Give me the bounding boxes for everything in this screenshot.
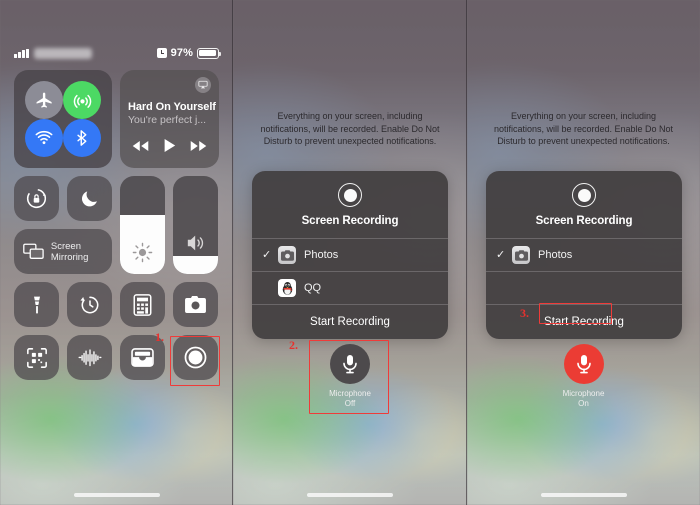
rotation-lock-button[interactable]	[14, 176, 59, 221]
record-icon	[338, 183, 362, 207]
transport-controls	[128, 138, 211, 153]
control-center-row-1: Hard On Yourself You're perfect j...	[14, 70, 219, 168]
sheet-row-label: Photos	[304, 249, 339, 261]
signal-bars-icon	[14, 48, 29, 58]
record-icon	[572, 183, 596, 207]
battery-percent-label: 97%	[170, 47, 193, 59]
phone-screenshot-middle: Everything on your screen, including not…	[233, 0, 467, 505]
sheet-header: Screen Recording	[252, 171, 448, 238]
start-recording-label: Start Recording	[310, 316, 390, 328]
carrier-name-blurred	[33, 47, 92, 59]
now-playing-tile[interactable]: Hard On Yourself You're perfect j...	[120, 70, 219, 168]
home-indicator	[540, 493, 627, 497]
photos-icon	[512, 246, 530, 264]
cellular-icon	[73, 94, 91, 108]
sheet-title: Screen Recording	[535, 215, 633, 227]
cellular-data-button[interactable]	[63, 81, 101, 119]
sheet-row-qq[interactable]: QQ	[252, 272, 448, 304]
panel-divider-right	[466, 0, 467, 505]
waveform-icon	[78, 348, 101, 366]
annotation-number-1: 1.	[155, 330, 164, 344]
volume-icon	[173, 234, 218, 252]
microphone-label-line2: On	[578, 399, 589, 408]
sheet-title: Screen Recording	[301, 215, 399, 227]
panel-divider-left	[232, 0, 233, 505]
airplay-glyph	[198, 80, 208, 89]
rotation-lock-icon	[26, 188, 47, 209]
annotation-box-1	[170, 336, 220, 386]
timer-icon	[79, 296, 98, 313]
recording-notice-text: Everything on your screen, including not…	[493, 111, 674, 146]
do-not-disturb-button[interactable]	[67, 176, 112, 221]
status-bar: 97%	[0, 44, 233, 62]
annotation-box-3	[539, 303, 612, 324]
photos-camera-glyph	[280, 249, 294, 261]
flashlight-button[interactable]	[14, 282, 59, 327]
microphone-block: Microphone On	[467, 344, 700, 409]
sheet-row-label: Photos	[538, 249, 573, 261]
sheet-row-photos[interactable]: ✓ Photos	[486, 239, 682, 271]
photos-icon	[278, 246, 296, 264]
calculator-icon	[133, 293, 152, 316]
sheet-row-photos[interactable]: ✓ Photos	[252, 239, 448, 271]
airplay-icon[interactable]	[195, 77, 211, 93]
bluetooth-button[interactable]	[63, 119, 101, 157]
screen-mirroring-icon	[23, 243, 44, 259]
play-icon[interactable]	[163, 138, 176, 153]
airplane-icon	[36, 92, 52, 108]
control-center-row-4	[14, 282, 219, 327]
annotation-number-3: 3.	[520, 306, 529, 320]
checkmark-icon: ✓	[496, 248, 506, 261]
sheet-row-label: QQ	[304, 282, 322, 294]
battery-icon	[197, 47, 222, 59]
screen-recording-sheet: Screen Recording ✓ Photos QQ Start Recor…	[252, 171, 448, 339]
wallet-icon	[131, 348, 154, 367]
airplane-mode-button[interactable]	[25, 81, 63, 119]
volume-slider[interactable]	[173, 176, 218, 274]
track-subtitle: You're perfect j...	[128, 114, 207, 126]
microphone-label-line1: Microphone	[562, 389, 605, 398]
moon-icon	[81, 191, 97, 207]
brightness-icon	[120, 242, 165, 263]
flashlight-icon	[33, 296, 40, 313]
camera-icon	[185, 295, 206, 314]
start-recording-button[interactable]: Start Recording	[252, 305, 448, 339]
qq-penguin-glyph	[282, 281, 292, 295]
microphone-button[interactable]	[563, 344, 604, 384]
track-title: Hard On Yourself	[128, 101, 216, 113]
microphone-icon	[576, 355, 591, 374]
calculator-button[interactable]	[120, 282, 165, 327]
brightness-slider[interactable]	[120, 176, 165, 274]
qr-code-icon	[26, 347, 47, 368]
phone-screenshot-left: 97% Hard On Yourself You're perfect j...…	[0, 0, 233, 505]
voice-memos-button[interactable]	[67, 335, 112, 380]
qr-scanner-button[interactable]	[14, 335, 59, 380]
rewind-icon[interactable]	[132, 140, 149, 152]
speaker-glyph	[187, 235, 203, 251]
sun-glyph	[132, 242, 153, 263]
screen-mirroring-button[interactable]: Screen Mirroring	[14, 229, 112, 274]
phone-screenshot-right: Everything on your screen, including not…	[467, 0, 700, 505]
sheet-header: Screen Recording	[486, 171, 682, 238]
alarm-clock-icon	[156, 48, 167, 58]
annotation-box-2	[309, 340, 389, 414]
timer-button[interactable]	[67, 282, 112, 327]
recording-notice-text: Everything on your screen, including not…	[260, 111, 440, 146]
checkmark-icon: ✓	[262, 248, 272, 261]
fast-forward-icon[interactable]	[190, 140, 207, 152]
photos-camera-glyph	[514, 249, 528, 261]
wifi-icon	[35, 130, 53, 145]
screen-mirroring-label: Screen Mirroring	[50, 240, 89, 263]
control-center-row-2: Screen Mirroring	[14, 176, 219, 274]
wifi-button[interactable]	[25, 119, 63, 157]
sheet-row-blank[interactable]	[486, 272, 682, 304]
annotation-number-2: 2.	[289, 338, 298, 352]
home-indicator	[73, 493, 160, 497]
home-indicator	[307, 493, 393, 497]
qq-penguin-icon	[278, 279, 296, 297]
connectivity-tile	[14, 70, 112, 168]
camera-button[interactable]	[173, 282, 218, 327]
bluetooth-icon	[77, 130, 87, 146]
